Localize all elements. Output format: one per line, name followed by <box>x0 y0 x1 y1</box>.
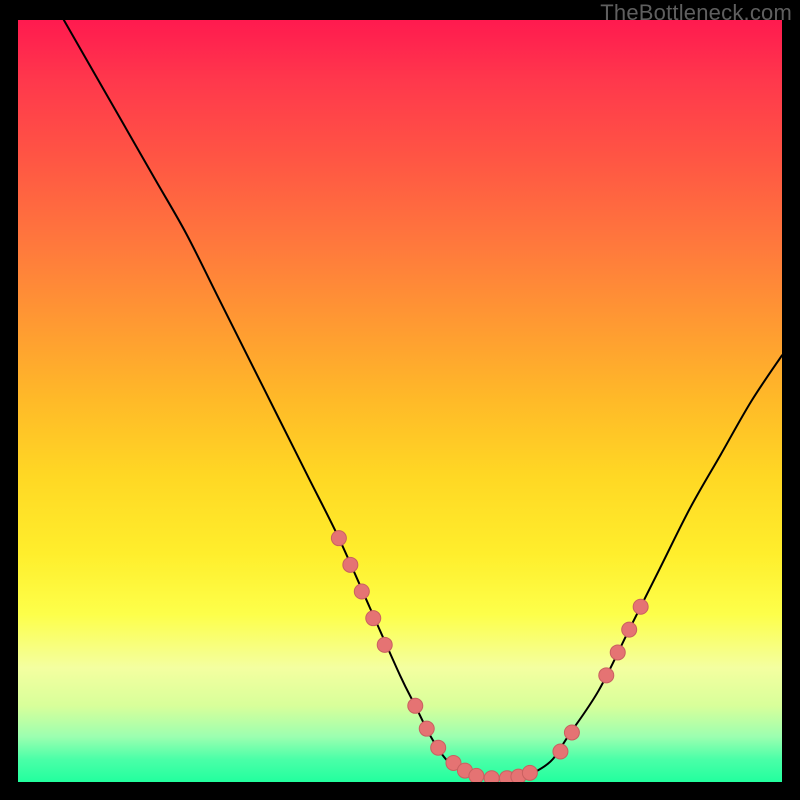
chart-marker <box>599 668 614 683</box>
chart-marker <box>564 725 579 740</box>
chart-marker <box>366 611 381 626</box>
watermark-text: TheBottleneck.com <box>600 0 792 26</box>
chart-marker <box>553 744 568 759</box>
chart-marker <box>419 721 434 736</box>
chart-marker <box>354 584 369 599</box>
chart-markers-group <box>331 531 648 782</box>
chart-marker <box>377 637 392 652</box>
chart-marker <box>408 698 423 713</box>
chart-marker <box>484 771 499 782</box>
bottleneck-curve-path <box>64 20 782 778</box>
chart-marker <box>610 645 625 660</box>
chart-marker <box>331 531 346 546</box>
chart-marker <box>633 599 648 614</box>
chart-marker <box>431 740 446 755</box>
chart-marker <box>522 765 537 780</box>
chart-marker <box>469 768 484 782</box>
chart-marker <box>622 622 637 637</box>
chart-svg <box>18 20 782 782</box>
chart-marker <box>343 557 358 572</box>
chart-frame <box>18 20 782 782</box>
